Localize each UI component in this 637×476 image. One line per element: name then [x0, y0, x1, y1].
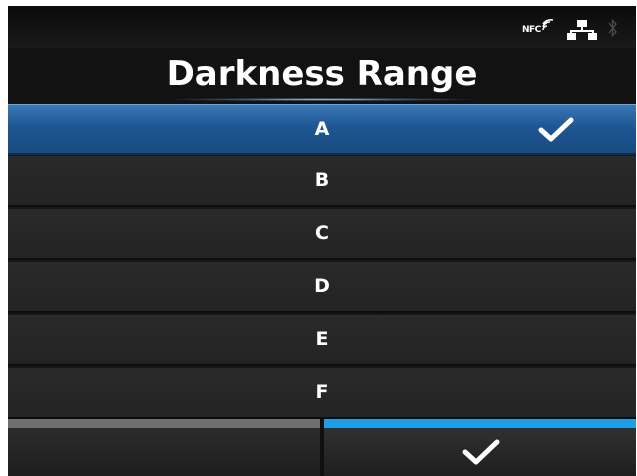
nfc-label: NFC — [522, 25, 541, 35]
list-item-d[interactable]: D — [8, 262, 636, 313]
list-item-label: D — [314, 275, 330, 297]
nfc-icon — [541, 18, 555, 37]
list-item-label: F — [315, 381, 329, 403]
bluetooth-icon — [608, 18, 618, 42]
network-icon — [567, 20, 597, 44]
status-bar: NFC — [8, 6, 636, 48]
confirm-button[interactable] — [324, 419, 636, 476]
list-item-a[interactable]: A — [8, 104, 636, 155]
title-bar: Darkness Range — [8, 48, 636, 104]
list-item-b[interactable]: B — [8, 156, 636, 207]
page-title: Darkness Range — [166, 54, 478, 94]
title-underline-glow — [172, 98, 472, 101]
checkmark-icon — [462, 438, 500, 470]
list-item-f[interactable]: F — [8, 368, 636, 419]
list-item-label: C — [315, 222, 329, 244]
darkness-range-list: A B C D E F — [8, 104, 636, 419]
list-item-e[interactable]: E — [8, 315, 636, 366]
back-button[interactable] — [8, 419, 320, 476]
list-item-c[interactable]: C — [8, 209, 636, 260]
list-item-label: E — [315, 328, 329, 350]
printer-screen: NFC Darkness Range A B C D E F — [8, 6, 636, 476]
bottom-bar — [8, 419, 636, 476]
list-item-label: B — [314, 169, 330, 191]
checkmark-icon — [538, 117, 574, 147]
